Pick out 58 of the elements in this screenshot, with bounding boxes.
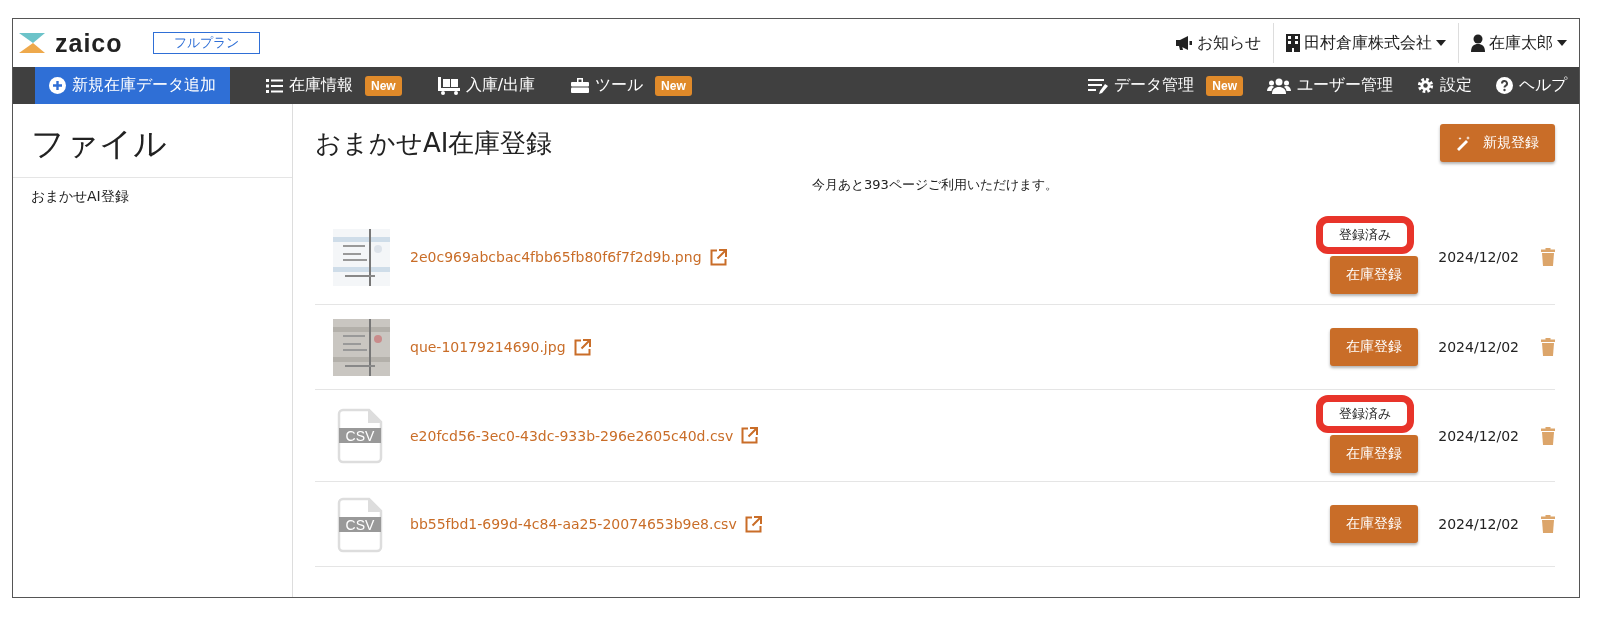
new-register-button[interactable]: 新規登録 [1440,124,1555,162]
settings-icon [1417,77,1434,94]
list-icon [266,78,283,93]
new-badge: New [365,75,402,96]
register-button[interactable]: 在庫登録 [1330,328,1419,366]
nav-tab[interactable]: 在庫情報 New [252,67,416,104]
external-link-icon[interactable] [573,338,591,356]
trash-icon[interactable] [1541,248,1555,266]
logo-text: zaico [55,28,123,58]
nav-tab[interactable]: 入庫/出庫 [423,67,550,104]
trash-icon[interactable] [1541,515,1555,533]
new-badge: New [655,75,692,96]
nav-tab[interactable]: 新規在庫データ追加 [35,67,230,104]
megaphone-icon [1175,35,1193,51]
header-link[interactable]: お知らせ [1163,23,1273,63]
register-button[interactable]: 在庫登録 [1330,256,1419,294]
external-link-icon[interactable] [741,427,759,444]
nav-tab[interactable]: 設定 [1405,67,1484,104]
registered-badge: 登録済み [1316,394,1415,433]
nav-tab[interactable]: ユーザー管理 [1255,67,1405,104]
new-badge: New [1206,75,1243,96]
trash-icon[interactable] [1541,338,1555,356]
file-link[interactable]: 2e0c969abcbac4fbb65fb80f6f7f2d9b.png [410,249,702,265]
page-title: おまかせAI在庫登録 [315,126,553,160]
file-link[interactable]: e20fcd56-3ec0-43dc-933b-296e2605c40d.csv [410,427,734,444]
quota-notice: 今月あと393ページご利用いただけます。 [811,176,1059,194]
cart-icon [437,76,460,95]
file-link[interactable]: que-10179214690.jpg [410,339,566,355]
registered-badge: 登録済み [1316,216,1415,254]
nav-tab[interactable]: ツール New [557,67,706,104]
caret-icon [1557,40,1567,46]
date-text: 2024/12/02 [1438,516,1519,532]
date-text: 2024/12/02 [1438,339,1519,355]
sidebar-title: ファイル [13,104,292,178]
date-text: 2024/12/02 [1438,249,1519,265]
caret-icon [1436,40,1446,46]
users-icon [1267,77,1291,94]
external-link-icon[interactable] [744,515,762,533]
register-button[interactable]: 在庫登録 [1330,505,1419,543]
logo-icon [17,32,47,54]
register-button[interactable]: 在庫登録 [1330,434,1419,473]
user-icon [1471,34,1485,52]
header-link[interactable]: 田村倉庫株式会社 [1273,23,1458,63]
trash-icon[interactable] [1541,426,1555,445]
date-text: 2024/12/02 [1438,427,1519,444]
building-icon [1286,34,1300,52]
plan-badge: フルプラン [152,32,260,54]
header-link[interactable]: 在庫太郎 [1458,23,1579,63]
toolbox-icon [571,78,590,93]
sidebar-item[interactable]: おまかせAI登録 [13,178,292,216]
nav-tab[interactable]: データ管理 New [1076,67,1255,104]
file-link[interactable]: bb55fbd1-699d-4c84-aa25-20074653b9e8.csv [410,516,737,532]
plus-circle-icon [49,77,66,94]
magic-wand-icon [1456,135,1471,151]
external-link-icon[interactable] [709,248,727,266]
edit-lines-icon [1088,77,1109,94]
nav-tab[interactable]: ヘルプ [1484,67,1579,104]
help-icon [1496,77,1513,94]
